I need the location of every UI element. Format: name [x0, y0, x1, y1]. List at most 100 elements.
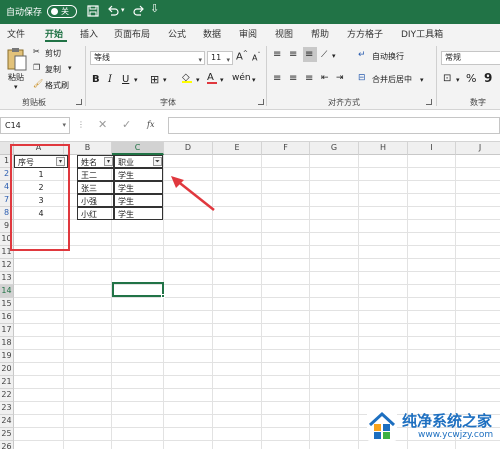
row-header-14[interactable]: 14: [0, 285, 14, 298]
comma-style-icon[interactable]: 9: [484, 71, 492, 85]
accounting-dropdown-icon[interactable]: ▾: [456, 76, 460, 84]
row-header-12[interactable]: 12: [0, 259, 14, 272]
row-header-21[interactable]: 21: [0, 376, 14, 389]
font-launcher-icon[interactable]: [258, 99, 264, 105]
alignment-launcher-icon[interactable]: [426, 99, 432, 105]
copy-icon[interactable]: ❐: [33, 63, 40, 72]
font-size-combo[interactable]: 11 ▾: [207, 51, 233, 65]
active-cell-c14[interactable]: [112, 282, 165, 298]
autosave-toggle[interactable]: 关: [47, 5, 77, 18]
row-header-17[interactable]: 17: [0, 324, 14, 337]
underline-button[interactable]: U: [122, 74, 129, 85]
clipboard-launcher-icon[interactable]: [76, 99, 82, 105]
cell-name[interactable]: 张三: [77, 181, 114, 194]
tab-page-layout[interactable]: 页面布局: [114, 27, 150, 40]
font-color-icon[interactable]: A: [207, 72, 217, 84]
row-header-18[interactable]: 18: [0, 337, 14, 350]
row-header-25[interactable]: 25: [0, 428, 14, 441]
format-painter-icon[interactable]: 🖌: [33, 79, 43, 88]
phonetic-icon[interactable]: wén: [232, 73, 251, 83]
font-name-combo[interactable]: 等线 ▾: [90, 51, 205, 65]
row-header-15[interactable]: 15: [0, 298, 14, 311]
filter-active-icon[interactable]: ⏷: [153, 157, 162, 166]
cancel-icon[interactable]: ✕: [98, 118, 107, 131]
border-icon[interactable]: ⊞: [150, 73, 159, 86]
wrap-text-icon[interactable]: ↵: [358, 50, 366, 60]
copy-dropdown-icon[interactable]: ▾: [68, 64, 72, 72]
tab-help[interactable]: 帮助: [311, 27, 329, 40]
border-dropdown-icon[interactable]: ▾: [163, 76, 167, 84]
orientation-dropdown-icon[interactable]: ▾: [332, 52, 336, 60]
cell-job[interactable]: 学生: [114, 181, 163, 194]
enter-icon[interactable]: ✓: [122, 118, 131, 131]
fill-color-dropdown-icon[interactable]: ▾: [196, 76, 200, 84]
column-header-j[interactable]: J: [456, 142, 500, 155]
column-header-c[interactable]: C: [112, 142, 164, 155]
customize-toolbar-icon[interactable]: ⇩: [150, 2, 159, 15]
align-bottom-icon[interactable]: ≡: [305, 49, 313, 60]
save-icon[interactable]: [86, 4, 100, 18]
insert-function-button[interactable]: fx: [147, 120, 154, 129]
column-header-i[interactable]: I: [408, 142, 456, 155]
accounting-format-icon[interactable]: ⊡: [443, 73, 451, 84]
cell-job[interactable]: 学生: [114, 194, 163, 207]
paste-button[interactable]: 粘贴: [8, 72, 24, 83]
cell-job[interactable]: 学生: [114, 207, 163, 220]
italic-button[interactable]: I: [108, 74, 112, 85]
column-header-b[interactable]: B: [64, 142, 112, 155]
align-middle-icon[interactable]: ≡: [289, 49, 297, 60]
increase-indent-icon[interactable]: ⇥: [336, 73, 344, 83]
tab-formulas[interactable]: 公式: [168, 27, 186, 40]
row-header-20[interactable]: 20: [0, 363, 14, 376]
row-header-19[interactable]: 19: [0, 350, 14, 363]
tab-review[interactable]: 审阅: [239, 27, 257, 40]
column-header-h[interactable]: H: [359, 142, 408, 155]
paste-icon[interactable]: [6, 46, 28, 72]
formula-input[interactable]: [168, 117, 500, 134]
tab-diy-toolbox[interactable]: DIY工具箱: [401, 27, 443, 40]
column-header-d[interactable]: D: [164, 142, 213, 155]
row-header-16[interactable]: 16: [0, 311, 14, 324]
underline-dropdown-icon[interactable]: ▾: [134, 76, 138, 84]
cut-icon[interactable]: ✂: [33, 47, 40, 56]
cut-button[interactable]: 剪切: [45, 48, 61, 59]
decrease-indent-icon[interactable]: ⇤: [321, 73, 329, 83]
merge-center-button[interactable]: 合并后居中: [372, 74, 412, 85]
tab-home[interactable]: 开始: [45, 27, 63, 40]
cell-name[interactable]: 小红: [77, 207, 114, 220]
bold-button[interactable]: B: [92, 74, 100, 85]
format-painter-button[interactable]: 格式刷: [45, 80, 69, 91]
row-header-26[interactable]: 26: [0, 441, 14, 449]
decrease-font-icon[interactable]: Aˇ: [252, 52, 260, 63]
more-options-icon[interactable]: ⋮: [77, 120, 85, 129]
column-header-e[interactable]: E: [213, 142, 262, 155]
cell-name[interactable]: 王二: [77, 168, 114, 181]
percent-icon[interactable]: %: [466, 72, 476, 85]
row-header-22[interactable]: 22: [0, 389, 14, 402]
align-center-icon[interactable]: ≡: [289, 73, 297, 84]
orientation-icon[interactable]: ⟋: [321, 50, 327, 60]
column-header-g[interactable]: G: [310, 142, 359, 155]
align-top-icon[interactable]: ≡: [273, 49, 281, 60]
paste-dropdown-icon[interactable]: ▾: [14, 83, 18, 91]
wrap-text-button[interactable]: 自动换行: [372, 51, 404, 62]
undo-icon[interactable]: [106, 4, 120, 18]
undo-dropdown-icon[interactable]: ▾: [121, 6, 125, 14]
row-header-13[interactable]: 13: [0, 272, 14, 285]
tab-insert[interactable]: 插入: [80, 27, 98, 40]
tab-view[interactable]: 视图: [275, 27, 293, 40]
number-format-combo[interactable]: 常规: [441, 51, 500, 65]
cell-name[interactable]: 小强: [77, 194, 114, 207]
copy-button[interactable]: 复制: [45, 64, 61, 75]
fill-color-icon[interactable]: ◇: [182, 72, 192, 83]
tab-file[interactable]: 文件: [7, 27, 25, 40]
merge-center-icon[interactable]: ⊟: [358, 73, 366, 83]
redo-icon[interactable]: [132, 4, 146, 18]
name-box[interactable]: C14 ▾: [0, 117, 70, 134]
font-color-dropdown-icon[interactable]: ▾: [220, 76, 224, 84]
column-header-f[interactable]: F: [262, 142, 310, 155]
align-right-icon[interactable]: ≡: [305, 73, 313, 84]
cell-job[interactable]: 学生: [114, 168, 163, 181]
row-header-23[interactable]: 23: [0, 402, 14, 415]
tab-data[interactable]: 数据: [203, 27, 221, 40]
